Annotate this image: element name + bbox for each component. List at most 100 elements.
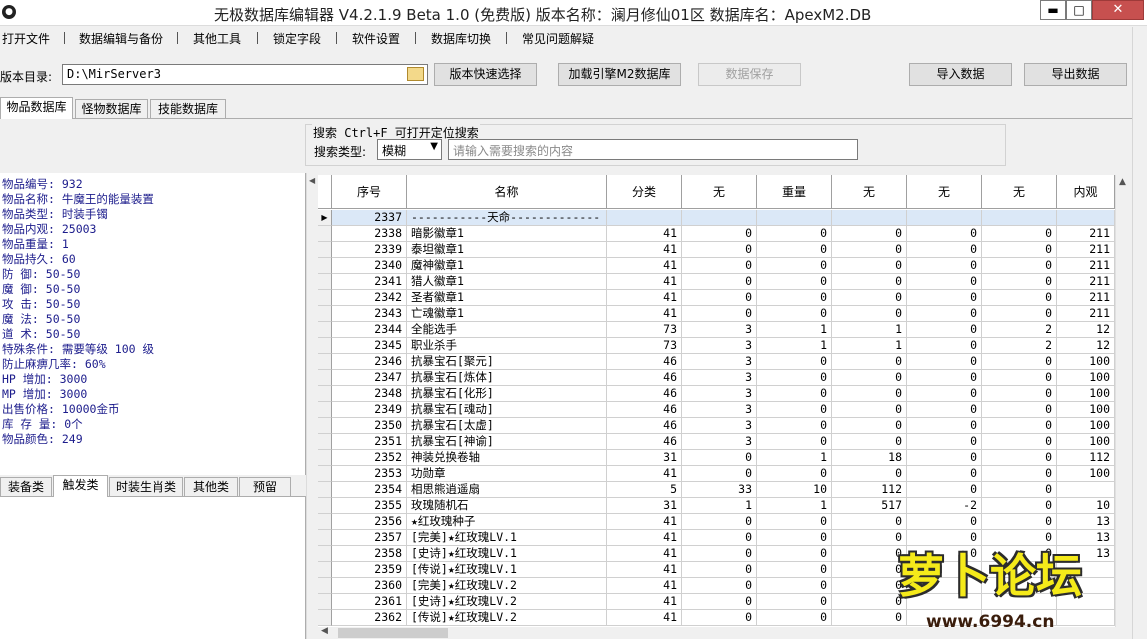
- row-header[interactable]: [318, 290, 332, 306]
- column-header[interactable]: 内观: [1057, 175, 1115, 209]
- table-cell[interactable]: 3: [682, 418, 757, 434]
- table-cell[interactable]: 0: [757, 370, 832, 386]
- menu-lock-fields[interactable]: 锁定字段: [273, 30, 321, 47]
- table-cell[interactable]: 0: [682, 594, 757, 610]
- table-cell[interactable]: 12: [1057, 338, 1115, 354]
- menu-data-edit-backup[interactable]: 数据编辑与备份: [79, 30, 163, 47]
- column-header[interactable]: 序号: [332, 175, 407, 209]
- table-cell[interactable]: 0: [907, 290, 982, 306]
- table-cell[interactable]: 3: [682, 338, 757, 354]
- table-cell[interactable]: 2: [982, 322, 1057, 338]
- table-cell[interactable]: 0: [982, 402, 1057, 418]
- table-cell[interactable]: 抗暴宝石[魂动]: [407, 402, 607, 418]
- row-header[interactable]: [318, 594, 332, 610]
- row-header[interactable]: [318, 434, 332, 450]
- table-cell[interactable]: 46: [607, 418, 682, 434]
- table-cell[interactable]: 0: [832, 258, 907, 274]
- tab-other[interactable]: 其他类: [184, 477, 238, 497]
- table-cell[interactable]: 0: [682, 578, 757, 594]
- table-cell[interactable]: 41: [607, 594, 682, 610]
- table-cell[interactable]: 2356: [332, 514, 407, 530]
- table-cell[interactable]: 517: [832, 498, 907, 514]
- tab-trigger[interactable]: 触发类: [53, 475, 108, 497]
- table-cell[interactable]: 211: [1057, 306, 1115, 322]
- table-cell[interactable]: 31: [607, 498, 682, 514]
- table-cell[interactable]: 0: [682, 258, 757, 274]
- table-cell[interactable]: 0: [982, 306, 1057, 322]
- table-cell[interactable]: 0: [832, 402, 907, 418]
- row-header[interactable]: ▶: [318, 210, 332, 226]
- table-cell[interactable]: 0: [682, 466, 757, 482]
- table-cell[interactable]: 3: [682, 434, 757, 450]
- table-row[interactable]: 2338 暗影徽章1 41 0 0 0 0 0 211: [318, 226, 1115, 242]
- scroll-up-icon[interactable]: ▲: [1119, 177, 1126, 187]
- table-cell[interactable]: 0: [982, 434, 1057, 450]
- table-cell[interactable]: 0: [907, 450, 982, 466]
- table-row[interactable]: 2345 职业杀手 73 3 1 1 0 2 12: [318, 338, 1115, 354]
- table-cell[interactable]: 211: [1057, 290, 1115, 306]
- table-cell[interactable]: 0: [682, 546, 757, 562]
- table-cell[interactable]: 3: [682, 402, 757, 418]
- table-row[interactable]: 2340 魔神徽章1 41 0 0 0 0 0 211: [318, 258, 1115, 274]
- table-cell[interactable]: 0: [682, 562, 757, 578]
- table-cell[interactable]: 0: [907, 402, 982, 418]
- table-cell[interactable]: 41: [607, 306, 682, 322]
- table-cell[interactable]: 0: [832, 514, 907, 530]
- table-cell[interactable]: 2358: [332, 546, 407, 562]
- quick-select-button[interactable]: 版本快速选择: [434, 63, 537, 86]
- row-header[interactable]: [318, 578, 332, 594]
- table-cell[interactable]: 2343: [332, 306, 407, 322]
- scroll-left-icon[interactable]: ◀: [321, 626, 328, 636]
- table-cell[interactable]: 0: [982, 466, 1057, 482]
- table-cell[interactable]: 10: [1057, 498, 1115, 514]
- table-cell[interactable]: 0: [907, 482, 982, 498]
- table-cell[interactable]: 魔神徽章1: [407, 258, 607, 274]
- table-cell[interactable]: 0: [907, 258, 982, 274]
- menu-open-file[interactable]: 打开文件: [2, 30, 50, 47]
- table-cell[interactable]: 功勋章: [407, 466, 607, 482]
- table-cell[interactable]: 41: [607, 530, 682, 546]
- table-cell[interactable]: 0: [757, 578, 832, 594]
- table-cell[interactable]: 12: [1057, 322, 1115, 338]
- table-cell[interactable]: 112: [832, 482, 907, 498]
- row-header[interactable]: [318, 530, 332, 546]
- table-cell[interactable]: [682, 210, 757, 226]
- table-cell[interactable]: 3: [682, 370, 757, 386]
- table-row[interactable]: 2353 功勋章 41 0 0 0 0 0 100: [318, 466, 1115, 482]
- table-cell[interactable]: 抗暴宝石[神谕]: [407, 434, 607, 450]
- table-cell[interactable]: 0: [832, 434, 907, 450]
- table-cell[interactable]: 46: [607, 402, 682, 418]
- table-cell[interactable]: 46: [607, 370, 682, 386]
- table-cell[interactable]: 2345: [332, 338, 407, 354]
- table-cell[interactable]: 1: [832, 322, 907, 338]
- table-cell[interactable]: 0: [982, 226, 1057, 242]
- table-cell[interactable]: 0: [832, 306, 907, 322]
- table-cell[interactable]: 0: [907, 306, 982, 322]
- table-cell[interactable]: 0: [832, 546, 907, 562]
- table-cell[interactable]: 41: [607, 274, 682, 290]
- table-cell[interactable]: -2: [907, 498, 982, 514]
- column-header[interactable]: 分类: [607, 175, 682, 209]
- table-cell[interactable]: 2348: [332, 386, 407, 402]
- table-cell[interactable]: 0: [982, 482, 1057, 498]
- table-cell[interactable]: 0: [982, 258, 1057, 274]
- tab-monster-database[interactable]: 怪物数据库: [75, 99, 148, 119]
- table-cell[interactable]: 33: [682, 482, 757, 498]
- table-cell[interactable]: 0: [757, 386, 832, 402]
- table-cell[interactable]: 0: [832, 290, 907, 306]
- panel-splitter[interactable]: ◀: [306, 173, 318, 639]
- table-cell[interactable]: 0: [982, 386, 1057, 402]
- save-data-button[interactable]: 数据保存: [698, 63, 801, 86]
- table-row[interactable]: 2349 抗暴宝石[魂动] 46 3 0 0 0 0 100: [318, 402, 1115, 418]
- table-cell[interactable]: 1: [682, 498, 757, 514]
- table-cell[interactable]: 3: [682, 322, 757, 338]
- table-cell[interactable]: 73: [607, 322, 682, 338]
- table-row[interactable]: 2355 玫瑰随机石 31 1 1 517 -2 0 10: [318, 498, 1115, 514]
- table-cell[interactable]: 41: [607, 546, 682, 562]
- table-cell[interactable]: 0: [982, 418, 1057, 434]
- table-cell[interactable]: 211: [1057, 242, 1115, 258]
- table-row[interactable]: 2339 泰坦徽章1 41 0 0 0 0 0 211: [318, 242, 1115, 258]
- table-cell[interactable]: 抗暴宝石[聚元]: [407, 354, 607, 370]
- folder-icon[interactable]: [407, 67, 424, 81]
- table-row[interactable]: 2346 抗暴宝石[聚元] 46 3 0 0 0 0 100: [318, 354, 1115, 370]
